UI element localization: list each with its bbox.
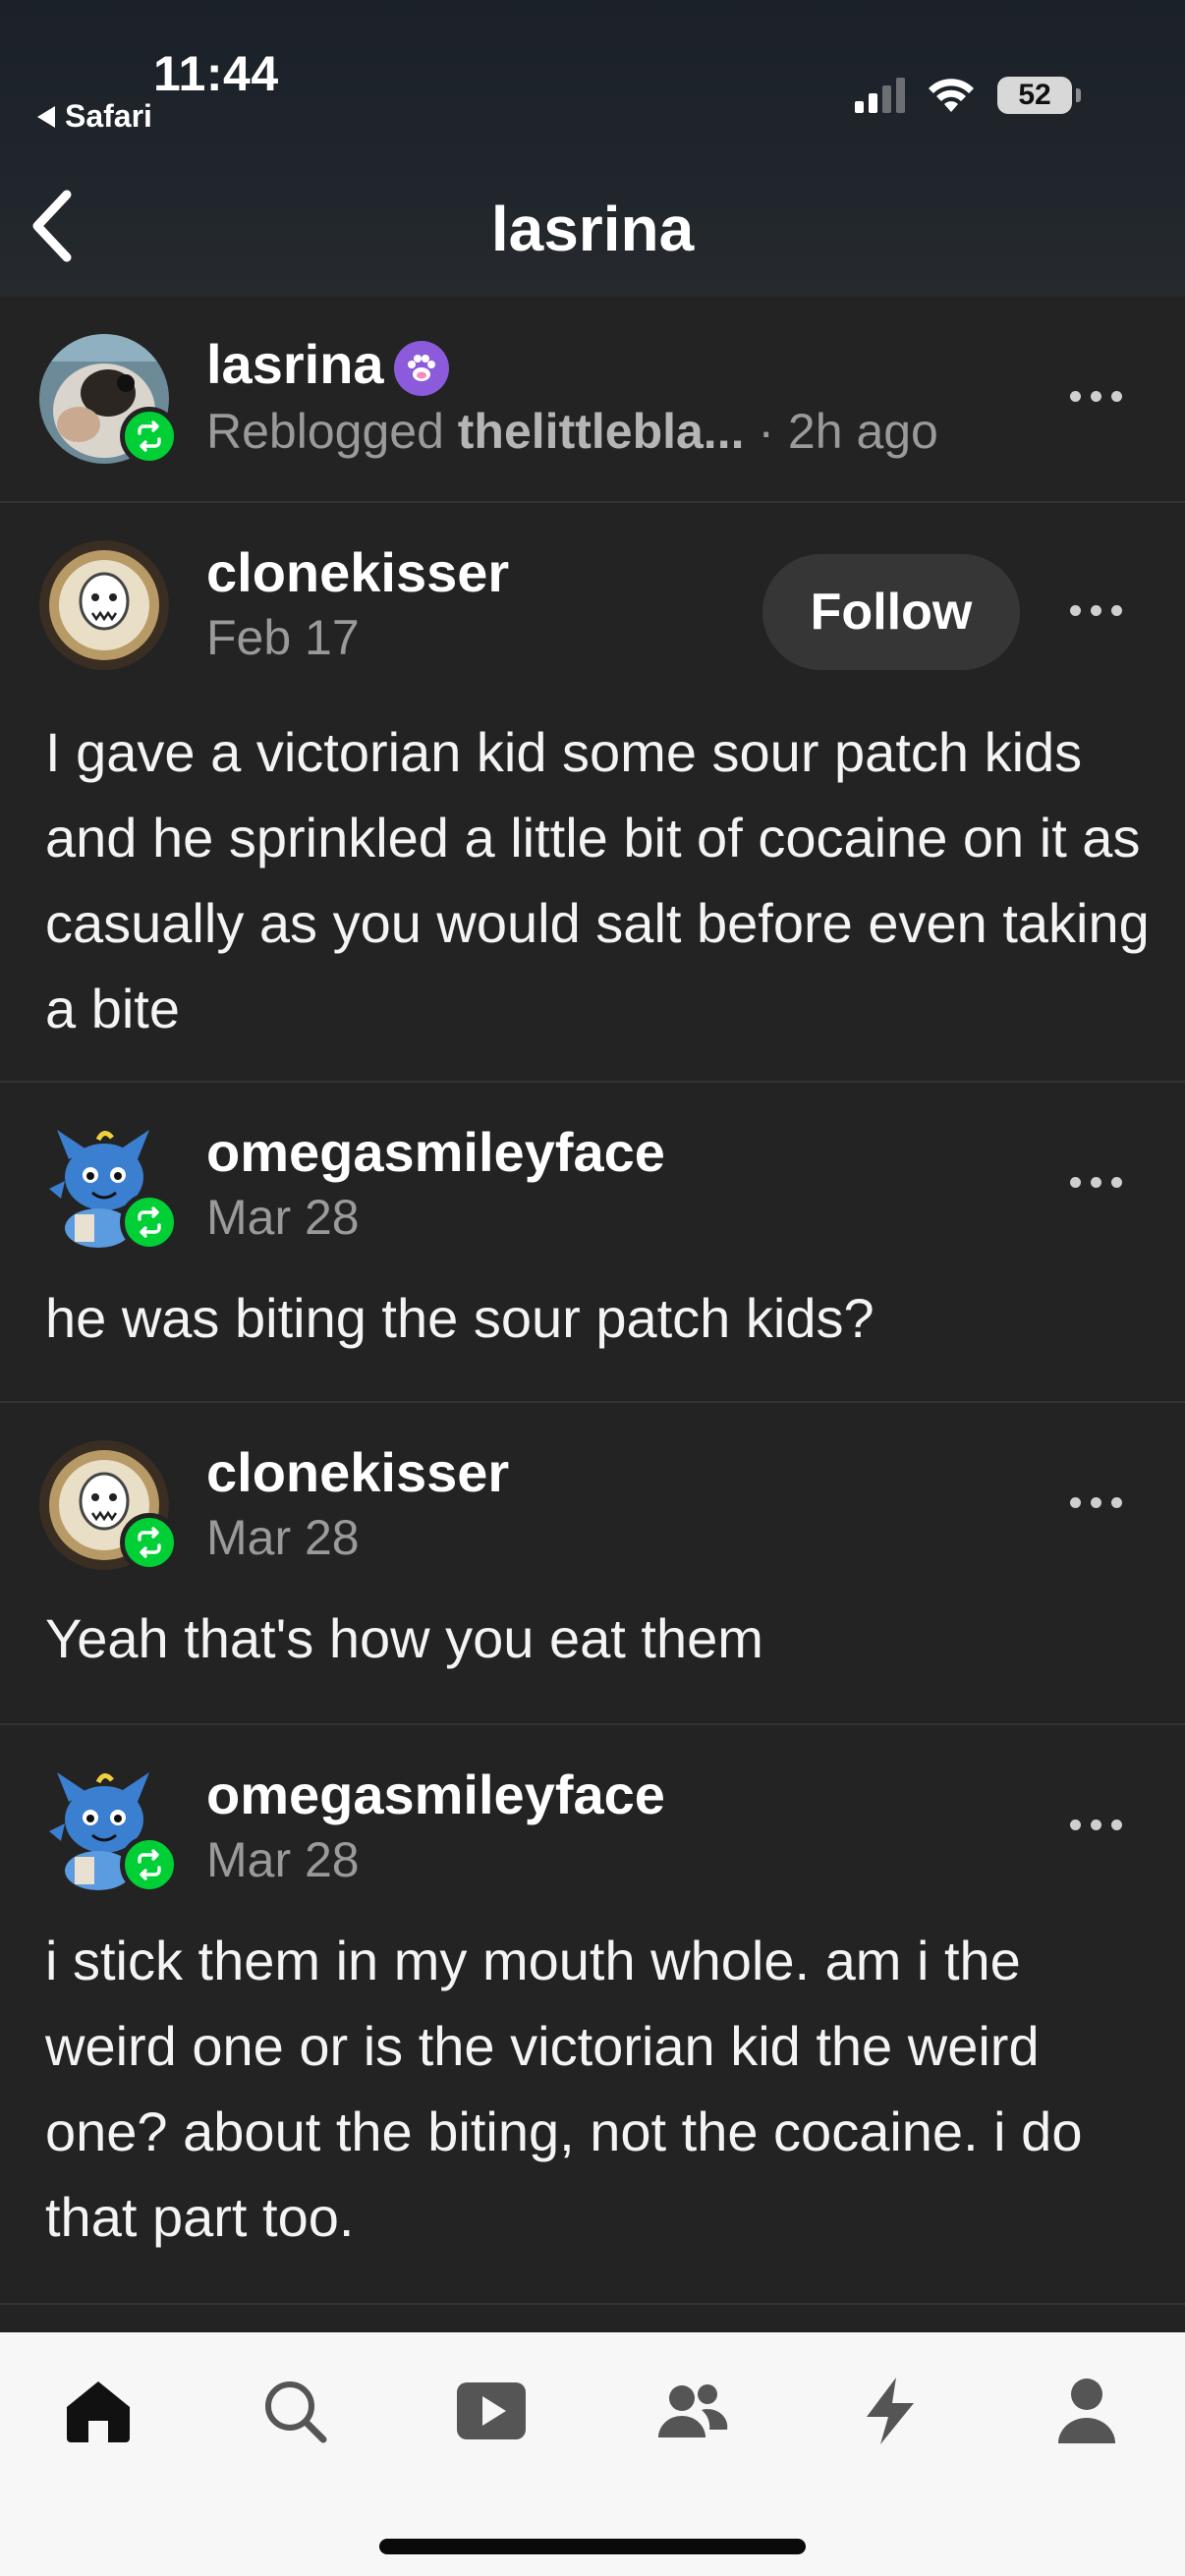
battery-icon: 52 bbox=[997, 77, 1081, 114]
post-feed: lasrina Reblogged thelittlebla... · 2h a… bbox=[0, 297, 1185, 2305]
lightning-icon bbox=[867, 2378, 914, 2444]
search-icon bbox=[265, 2381, 327, 2443]
more-options-icon[interactable] bbox=[1070, 391, 1122, 402]
post-reblog-comment: clonekisser Mar 28 Yeah that's how you e… bbox=[0, 1403, 1185, 1725]
page-title: lasrina bbox=[490, 194, 695, 264]
top-bar: 11:44 Safari 52 lasrina bbox=[0, 0, 1185, 297]
reblog-icon bbox=[120, 1835, 179, 1894]
reblog-icon bbox=[120, 1513, 179, 1572]
video-icon bbox=[457, 2382, 526, 2439]
username: lasrina bbox=[206, 333, 384, 395]
reblog-icon bbox=[120, 407, 179, 466]
post-reblog-comment: omegasmileyface Mar 28 he was biting the… bbox=[0, 1083, 1185, 1403]
tab-home[interactable] bbox=[59, 2372, 138, 2450]
username[interactable]: clonekisser bbox=[206, 1440, 509, 1504]
post-date: Mar 28 bbox=[206, 1510, 360, 1565]
more-options-icon[interactable] bbox=[1070, 1497, 1122, 1508]
home-indicator bbox=[379, 2539, 806, 2554]
username[interactable]: omegasmileyface bbox=[206, 1120, 665, 1184]
reblogged-label: Reblogged bbox=[206, 404, 444, 459]
reblogged-from-link[interactable]: thelittlebla... bbox=[458, 404, 745, 459]
battery-level: 52 bbox=[997, 77, 1072, 114]
post-date: Mar 28 bbox=[206, 1190, 360, 1245]
home-icon bbox=[67, 2381, 130, 2442]
time-ago: · 2h ago bbox=[758, 404, 938, 459]
community-icon bbox=[658, 2384, 728, 2437]
tab-search[interactable] bbox=[255, 2372, 334, 2450]
back-triangle-icon bbox=[37, 105, 55, 128]
account-icon bbox=[1058, 2379, 1115, 2443]
post-text: i stick them in my mouth whole. am i the… bbox=[45, 1930, 1083, 2248]
tab-community[interactable] bbox=[652, 2372, 731, 2450]
tab-video[interactable] bbox=[452, 2372, 531, 2450]
paw-badge-icon bbox=[393, 341, 449, 397]
wifi-icon bbox=[929, 79, 974, 112]
status-time: 11:44 bbox=[153, 46, 279, 101]
post-date: Feb 17 bbox=[206, 610, 360, 665]
post-date: Mar 28 bbox=[206, 1832, 360, 1887]
follow-button[interactable]: Follow bbox=[762, 554, 1020, 670]
username[interactable]: clonekisser bbox=[206, 540, 509, 604]
username[interactable]: omegasmileyface bbox=[206, 1763, 665, 1826]
post-original: clonekisser Feb 17 Follow I gave a victo… bbox=[0, 503, 1185, 1083]
avatar[interactable] bbox=[39, 540, 169, 670]
more-options-icon[interactable] bbox=[1070, 1177, 1122, 1188]
reblogger-name[interactable]: lasrina bbox=[206, 332, 449, 397]
more-options-icon[interactable] bbox=[1070, 1820, 1122, 1830]
post-text: I gave a victorian kid some sour patch k… bbox=[45, 721, 1150, 1039]
back-app-label: Safari bbox=[65, 98, 152, 134]
reblog-header: lasrina Reblogged thelittlebla... · 2h a… bbox=[0, 297, 1185, 503]
cellular-signal-icon bbox=[855, 78, 905, 113]
post-text: Yeah that's how you eat them bbox=[45, 1607, 763, 1669]
post-text: he was biting the sour patch kids? bbox=[45, 1287, 875, 1349]
back-to-safari[interactable]: Safari bbox=[37, 98, 152, 135]
status-icons: 52 bbox=[855, 77, 1081, 114]
tab-activity[interactable] bbox=[851, 2372, 930, 2450]
reblog-icon bbox=[120, 1193, 179, 1252]
tab-account[interactable] bbox=[1047, 2372, 1126, 2450]
reblog-meta: Reblogged thelittlebla... · 2h ago bbox=[206, 403, 938, 460]
more-options-icon[interactable] bbox=[1070, 605, 1122, 616]
post-reblog-comment: omegasmileyface Mar 28 i stick them in m… bbox=[0, 1725, 1185, 2305]
